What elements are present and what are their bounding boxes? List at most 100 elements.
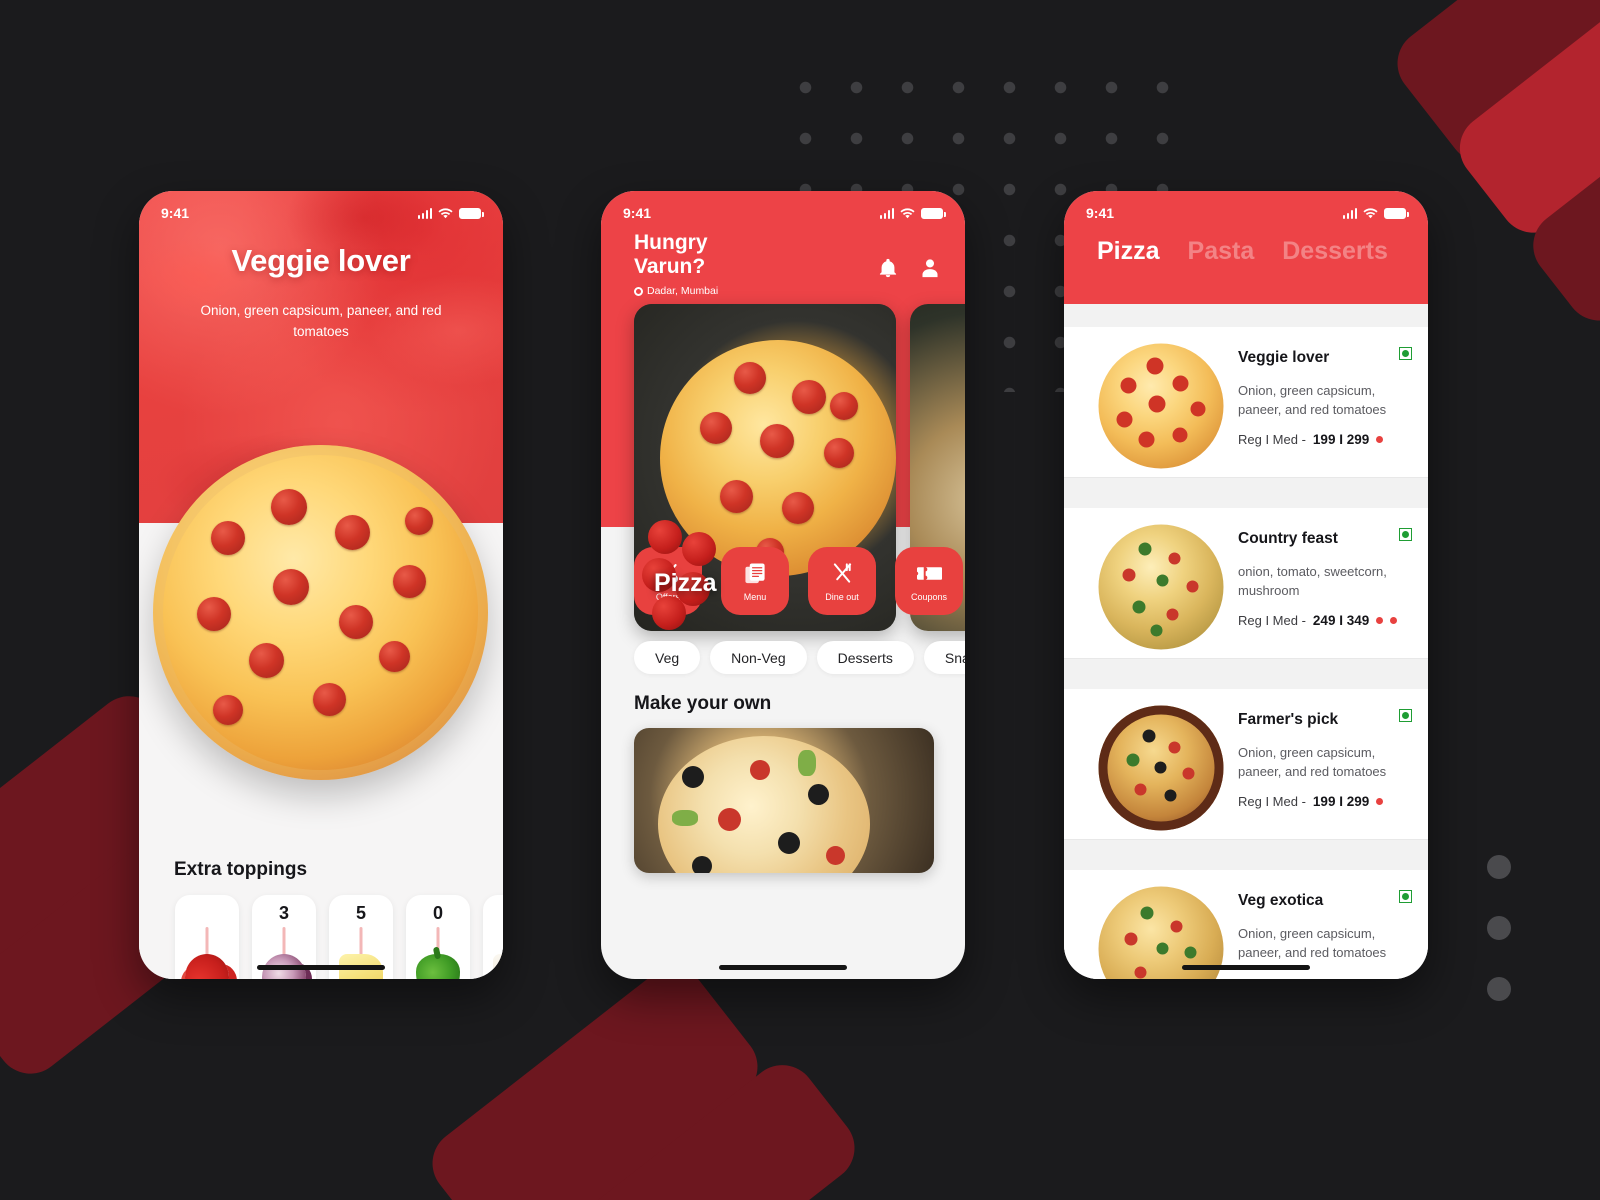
paneer-icon xyxy=(493,954,503,979)
status-time: 9:41 xyxy=(623,205,652,221)
item-info: Farmer's pick Onion, green capsicum, pan… xyxy=(1238,705,1412,809)
side-dot-3 xyxy=(1487,977,1511,1001)
topping-card-tomato[interactable] xyxy=(175,895,239,979)
make-your-own-card[interactable] xyxy=(634,728,934,873)
greeting-line-1: Hungry xyxy=(634,231,708,254)
user-icon[interactable] xyxy=(919,257,941,279)
topping-count: 3 xyxy=(278,903,289,923)
filter-chips[interactable]: Veg Non-Veg Desserts Snacks xyxy=(634,641,965,674)
item-name: Country feast xyxy=(1238,530,1338,547)
phone-screen-home: 9:41 Hungry Varun? Dadar, Mumbai Pizza M… xyxy=(601,191,965,979)
signal-icon xyxy=(1342,207,1357,219)
menu-items-list[interactable]: Veggie lover Onion, green capsicum, pane… xyxy=(1064,304,1428,979)
quick-action-menu[interactable]: Menu xyxy=(721,547,789,615)
quick-action-dine-out[interactable]: Dine out xyxy=(808,547,876,615)
product-title: Veggie lover xyxy=(231,243,411,278)
quick-action-label: Dine out xyxy=(825,591,859,602)
item-info: Country feast onion, tomato, sweetcorn, … xyxy=(1238,524,1412,628)
item-thumbnail xyxy=(1083,705,1238,830)
pizza-image-country-feast xyxy=(1098,524,1223,649)
pizza-image-farmers-pick xyxy=(1098,705,1223,830)
item-name: Veggie lover xyxy=(1238,349,1330,366)
greeting-block: Hungry Varun? Dadar, Mumbai xyxy=(634,231,718,297)
filter-chip-snacks[interactable]: Snacks xyxy=(923,641,965,674)
status-time: 9:41 xyxy=(1086,205,1115,221)
status-time: 9:41 xyxy=(161,205,190,221)
spicy-indicator-dot xyxy=(1376,436,1384,444)
tomato-icon xyxy=(185,954,229,979)
veg-indicator xyxy=(1399,890,1412,903)
tab-pasta[interactable]: Pasta xyxy=(1188,237,1255,266)
quick-action-label: Coupons xyxy=(910,591,948,602)
item-description: Onion, green capsicum, paneer, and red t… xyxy=(1238,745,1387,779)
extra-toppings-heading: Extra toppings xyxy=(174,859,308,880)
topping-count: 5 xyxy=(355,903,366,923)
bell-icon[interactable] xyxy=(877,257,899,279)
item-info: Veggie lover Onion, green capsicum, pane… xyxy=(1238,343,1412,447)
home-header: 9:41 Hungry Varun? Dadar, Mumbai Pizza xyxy=(601,191,965,631)
item-info: Veg exotica Onion, green capsicum, panee… xyxy=(1238,886,1412,962)
wifi-icon xyxy=(1363,207,1378,218)
battery-icon xyxy=(921,207,946,219)
status-indicators xyxy=(417,207,484,219)
table-row[interactable]: Farmer's pick Onion, green capsicum, pan… xyxy=(1064,689,1428,839)
filter-chip-desserts[interactable]: Desserts xyxy=(816,641,914,674)
spicy-indicator-dot xyxy=(1376,617,1384,625)
pizza-image-veggie-lover xyxy=(1098,343,1223,468)
item-description: Onion, green capsicum, paneer, and red t… xyxy=(1238,926,1387,960)
item-name: Veg exotica xyxy=(1238,892,1324,909)
green-capsicum-icon xyxy=(416,954,460,979)
ticket-icon xyxy=(916,561,942,586)
product-body: Extra toppings 3 5 0 xyxy=(139,445,503,979)
item-price: 199 I 299 xyxy=(1312,432,1370,448)
category-tabs[interactable]: Pizza Pasta Desserts xyxy=(1064,225,1428,266)
greeting-line-2: Varun? xyxy=(634,254,706,278)
location-label: Dadar, Mumbai xyxy=(647,285,719,298)
menu-list-icon xyxy=(744,561,767,586)
table-row[interactable]: Veggie lover Onion, green capsicum, pane… xyxy=(1064,327,1428,477)
make-your-own-heading: Make your own xyxy=(634,693,772,714)
item-price: 199 I 299 xyxy=(1312,794,1370,810)
signal-icon xyxy=(879,207,894,219)
location-pin-icon xyxy=(634,286,643,296)
table-row[interactable]: Country feast onion, tomato, sweetcorn, … xyxy=(1064,508,1428,658)
topping-card-capsicum[interactable]: 0 xyxy=(406,895,470,979)
price-prefix: Reg I Med - xyxy=(1238,432,1306,448)
item-price: 249 I 349 xyxy=(1312,613,1370,629)
wifi-icon xyxy=(900,207,915,218)
tab-pizza[interactable]: Pizza xyxy=(1097,237,1160,266)
tab-desserts[interactable]: Desserts xyxy=(1282,237,1388,266)
quick-action-label: Menu xyxy=(743,591,767,602)
item-price-row: Reg I Med - 199 I 299 xyxy=(1238,794,1412,809)
custom-pizza-image xyxy=(658,736,870,873)
home-indicator xyxy=(719,965,847,970)
home-indicator xyxy=(257,965,385,970)
price-prefix: Reg I Med - xyxy=(1238,794,1306,810)
status-indicators xyxy=(879,207,946,219)
phone-screen-menu-list: 9:41 Pizza Pasta Desserts Veggie lover O… xyxy=(1064,191,1428,979)
filter-chip-veg[interactable]: Veg xyxy=(634,641,701,674)
product-image-pizza xyxy=(153,445,488,780)
veg-indicator xyxy=(1399,709,1412,722)
topping-card-paneer[interactable] xyxy=(483,895,503,979)
side-dot-2 xyxy=(1487,916,1511,940)
veg-indicator xyxy=(1399,347,1412,360)
table-row[interactable]: Veg exotica Onion, green capsicum, panee… xyxy=(1064,870,1428,979)
phone-screen-product-detail: 9:41 Veggie lover Onion, green capsicum,… xyxy=(139,191,503,979)
product-subtitle: Onion, green capsicum, paneer, and red t… xyxy=(200,303,442,339)
filter-chip-non-veg[interactable]: Non-Veg xyxy=(710,641,807,674)
greeting-bar: Hungry Varun? Dadar, Mumbai xyxy=(601,225,965,297)
status-bar: 9:41 xyxy=(1064,191,1428,225)
item-price-row: Reg I Med - 249 I 349 xyxy=(1238,613,1412,628)
topping-count: 0 xyxy=(432,903,443,923)
status-bar: 9:41 xyxy=(139,191,503,225)
item-thumbnail xyxy=(1083,343,1238,468)
header-actions xyxy=(877,231,941,279)
location-row[interactable]: Dadar, Mumbai xyxy=(634,285,718,297)
wifi-icon xyxy=(438,207,453,218)
item-description: onion, tomato, sweetcorn, mushroom xyxy=(1238,564,1387,598)
spicy-indicator-dot xyxy=(1376,798,1384,806)
item-description: Onion, green capsicum, paneer, and red t… xyxy=(1238,383,1387,417)
quick-action-coupons[interactable]: Coupons xyxy=(895,547,963,615)
status-indicators xyxy=(1342,207,1409,219)
